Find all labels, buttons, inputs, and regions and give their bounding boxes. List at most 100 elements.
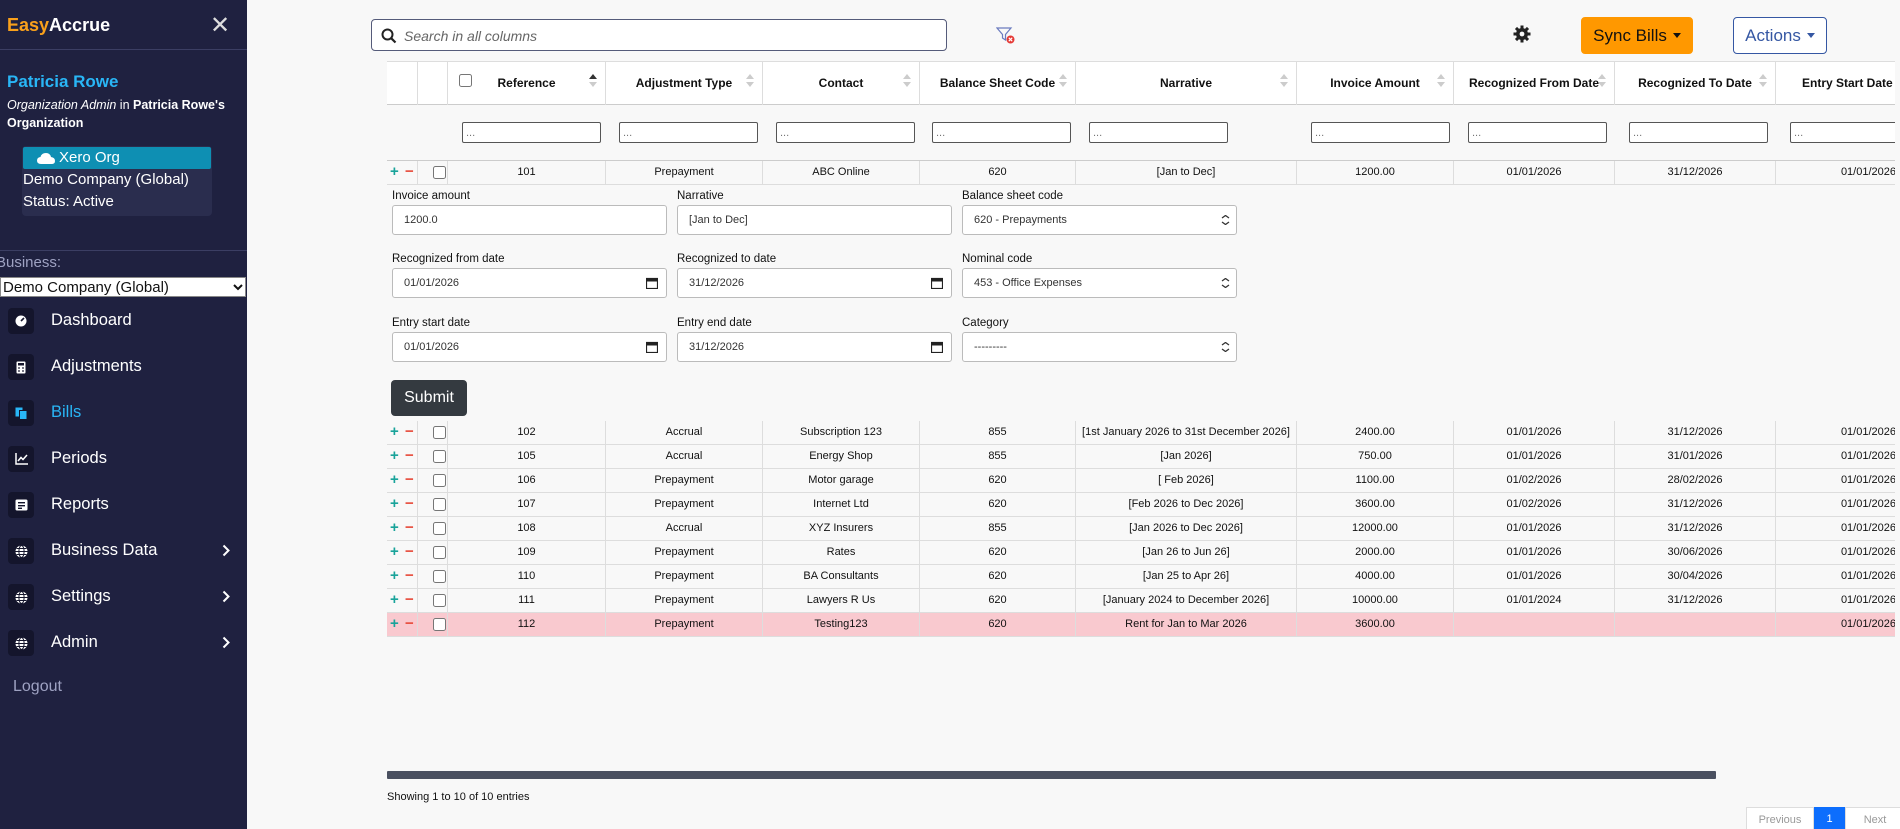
invoice-amount-field[interactable]: 1200.0 xyxy=(392,205,667,235)
gear-icon[interactable] xyxy=(1513,25,1531,43)
col-entry-start[interactable]: Entry Start Date xyxy=(1776,62,1895,105)
cell-narrative: [Feb 2026 to Dec 2026] xyxy=(1076,493,1297,516)
row-checkbox[interactable] xyxy=(433,426,446,439)
brand-part1: Easy xyxy=(7,15,50,35)
nav-item-business-data[interactable]: Business Data xyxy=(0,532,247,570)
row-checkbox[interactable] xyxy=(433,498,446,511)
nav-item-periods[interactable]: Periods xyxy=(0,440,247,478)
sort-icon xyxy=(903,74,911,90)
filter-adjustment-type[interactable] xyxy=(619,122,758,143)
row-checkbox[interactable] xyxy=(433,450,446,463)
search-box[interactable] xyxy=(371,19,947,51)
col-balance-sheet-code[interactable]: Balance Sheet Code xyxy=(920,62,1076,105)
category-select[interactable]: --------- xyxy=(962,332,1237,362)
col-adjustment-type[interactable]: Adjustment Type xyxy=(606,62,763,105)
cell-invoice-amount: 3600.00 xyxy=(1297,493,1454,516)
filter-narrative[interactable] xyxy=(1089,122,1228,143)
row-checkbox[interactable] xyxy=(433,522,446,535)
logout-link[interactable]: Logout xyxy=(13,678,62,696)
page-1-button[interactable]: 1 xyxy=(1814,807,1845,829)
row-checkbox[interactable] xyxy=(433,474,446,487)
col-label: Contact xyxy=(818,76,864,90)
filter-entry-start[interactable] xyxy=(1790,122,1895,143)
table-row[interactable]: + −108 Accrual XYZ Insurers 855 [Jan 2026 to … xyxy=(387,517,1895,541)
submit-button[interactable]: Submit xyxy=(391,380,467,416)
balance-sheet-code-select[interactable]: 620 - Prepayments xyxy=(962,205,1237,235)
nav-item-settings[interactable]: Settings xyxy=(0,578,247,616)
recognized-from-date-input[interactable]: 01/01/2026 xyxy=(392,268,667,298)
close-icon[interactable]: ✕ xyxy=(210,11,230,40)
sync-bills-button[interactable]: Sync Bills xyxy=(1581,17,1693,54)
nav-item-dashboard[interactable]: Dashboard xyxy=(0,302,247,340)
col-label: Recognized To Date xyxy=(1638,76,1752,90)
filter-reference[interactable] xyxy=(462,122,601,143)
row-checkbox[interactable] xyxy=(433,618,446,631)
table-row[interactable]: + −109 Prepayment Rates 620 [Jan 26 to Jun 26… xyxy=(387,541,1895,565)
col-narrative[interactable]: Narrative xyxy=(1076,62,1297,105)
nav-item-bills[interactable]: Bills xyxy=(0,394,247,432)
col-reference[interactable]: Reference xyxy=(448,62,606,105)
cell-narrative: [1st January 2026 to 31st December 2026] xyxy=(1076,421,1297,444)
table-row[interactable]: + −107 Prepayment Internet Ltd 620 [Feb 2026 … xyxy=(387,493,1895,517)
cell-from-date: 01/01/2026 xyxy=(1454,161,1615,184)
recognized-to-date-input[interactable]: 31/12/2026 xyxy=(677,268,952,298)
row-checkbox[interactable] xyxy=(433,570,446,583)
label-nominal-code: Nominal code xyxy=(962,253,1033,265)
narrative-field[interactable]: [Jan to Dec] xyxy=(677,205,952,235)
globe-icon xyxy=(8,630,34,656)
filter-contact[interactable] xyxy=(776,122,915,143)
recognized-from-value: 01/01/2026 xyxy=(404,277,460,289)
table-row[interactable]: + −112 Prepayment Testing123 620 Rent for Jan… xyxy=(387,613,1895,637)
table-row[interactable]: + −102 Accrual Subscription 123 855 [1st Janu… xyxy=(387,421,1895,445)
business-select[interactable]: Demo Company (Global) xyxy=(0,277,246,297)
nav-label: Adjustments xyxy=(51,357,142,375)
filter-recognized-to[interactable] xyxy=(1629,122,1768,143)
cell-invoice-amount: 2400.00 xyxy=(1297,421,1454,444)
calendar-icon[interactable] xyxy=(646,277,658,289)
cell-narrative: [January 2024 to December 2026] xyxy=(1076,589,1297,612)
cell-narrative: [Jan 26 to Jun 26] xyxy=(1076,541,1297,564)
sort-icon xyxy=(1437,74,1445,90)
clear-filter-icon[interactable] xyxy=(996,27,1016,45)
actions-button[interactable]: Actions xyxy=(1733,17,1827,54)
sort-icon xyxy=(746,74,754,90)
table-row[interactable]: + −106 Prepayment Motor garage 620[ Feb 2026… xyxy=(387,469,1895,493)
calendar-icon[interactable] xyxy=(931,341,943,353)
table-row[interactable]: + −111 Prepayment Lawyers R Us 620 [January 2… xyxy=(387,589,1895,613)
cell-from-date: 01/01/2026 xyxy=(1454,517,1615,540)
nav-item-admin[interactable]: Admin xyxy=(0,624,247,662)
nominal-code-select[interactable]: 453 - Office Expenses xyxy=(962,268,1237,298)
entry-end-date-input[interactable]: 31/12/2026 xyxy=(677,332,952,362)
cell-select xyxy=(418,589,448,612)
table-row[interactable]: + − 101 Prepayment ABC Online 620 [Jan to… xyxy=(387,161,1895,185)
nav-item-adjustments[interactable]: Adjustments xyxy=(0,348,247,386)
cell-bsc: 855 xyxy=(920,517,1076,540)
horizontal-scrollbar[interactable] xyxy=(387,771,1716,779)
row-checkbox[interactable] xyxy=(433,594,446,607)
col-invoice-amount[interactable]: Invoice Amount xyxy=(1297,62,1454,105)
chevron-right-icon xyxy=(222,636,230,649)
row-checkbox[interactable] xyxy=(433,166,446,179)
entry-start-date-input[interactable]: 01/01/2026 xyxy=(392,332,667,362)
user-role-line: Organization Admin in Patricia Rowe's Or… xyxy=(7,96,237,132)
search-input[interactable] xyxy=(404,26,934,46)
nav-item-reports[interactable]: Reports xyxy=(0,486,247,524)
cell-reference: 102 xyxy=(448,421,606,444)
filter-balance-sheet-code[interactable] xyxy=(932,122,1071,143)
calendar-icon[interactable] xyxy=(646,341,658,353)
col-recognized-to[interactable]: Recognized To Date xyxy=(1615,62,1776,105)
col-contact[interactable]: Contact xyxy=(763,62,920,105)
calendar-icon[interactable] xyxy=(931,277,943,289)
row-checkbox[interactable] xyxy=(433,546,446,559)
previous-page-button[interactable]: Previous xyxy=(1746,807,1814,829)
table-row[interactable]: + −105 Accrual Energy Shop 855 [Jan 2026] 750.… xyxy=(387,445,1895,469)
col-recognized-from[interactable]: Recognized From Date xyxy=(1454,62,1615,105)
cell-invoice-amount: 4000.00 xyxy=(1297,565,1454,588)
filter-invoice-amount[interactable] xyxy=(1311,122,1450,143)
actions-label: Actions xyxy=(1745,26,1801,45)
filter-recognized-from[interactable] xyxy=(1468,122,1607,143)
table-row[interactable]: + −110 Prepayment BA Consultants 620 [Jan 25 … xyxy=(387,565,1895,589)
cell-controls xyxy=(387,565,418,588)
next-page-button[interactable]: Next xyxy=(1845,807,1900,829)
brand-logo[interactable]: EasyAccrue xyxy=(7,15,110,36)
